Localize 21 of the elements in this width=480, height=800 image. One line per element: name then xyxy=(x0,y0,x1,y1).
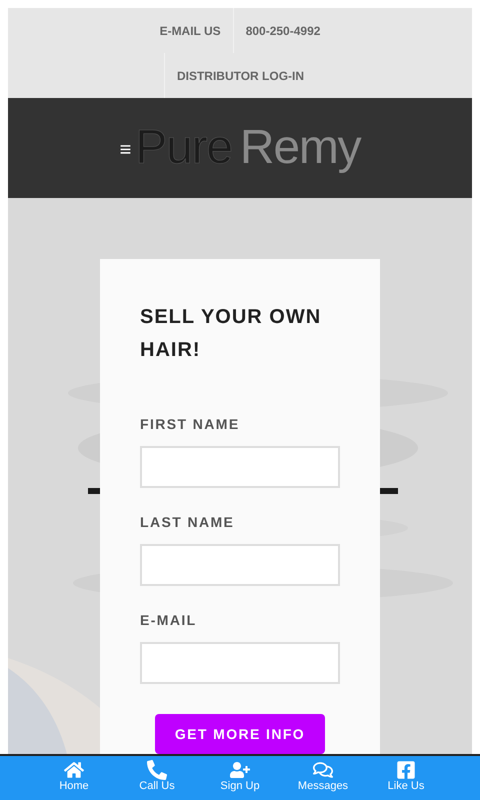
form-title: SELL YOUR OWN HAIR! xyxy=(140,305,322,363)
input-field[interactable] xyxy=(140,544,340,586)
field-label: E-MAIL xyxy=(140,611,198,630)
nav-item[interactable]: Messages xyxy=(282,756,364,800)
phone-icon xyxy=(147,760,167,780)
input-field[interactable] xyxy=(140,642,340,684)
facebook-icon xyxy=(396,760,416,780)
nav-item[interactable]: Sign Up xyxy=(198,756,282,800)
add-user-icon xyxy=(230,760,250,780)
phone-link[interactable]: 800-250-4992 xyxy=(232,8,332,53)
submit-button[interactable]: GET MORE INFO xyxy=(155,714,325,754)
menu-button[interactable]: ≡ xyxy=(120,140,132,160)
nav-item[interactable]: Like Us xyxy=(364,756,448,800)
nav-item[interactable]: Call Us xyxy=(116,756,198,800)
nav-item[interactable]: Home xyxy=(32,756,116,800)
email-link[interactable]: E-MAIL US xyxy=(148,8,233,53)
field-label: LAST NAME xyxy=(140,513,236,532)
chat-bubbles-icon xyxy=(313,760,333,780)
field-label: FIRST NAME xyxy=(140,415,241,434)
home-icon xyxy=(64,760,84,780)
input-field[interactable] xyxy=(140,446,340,488)
